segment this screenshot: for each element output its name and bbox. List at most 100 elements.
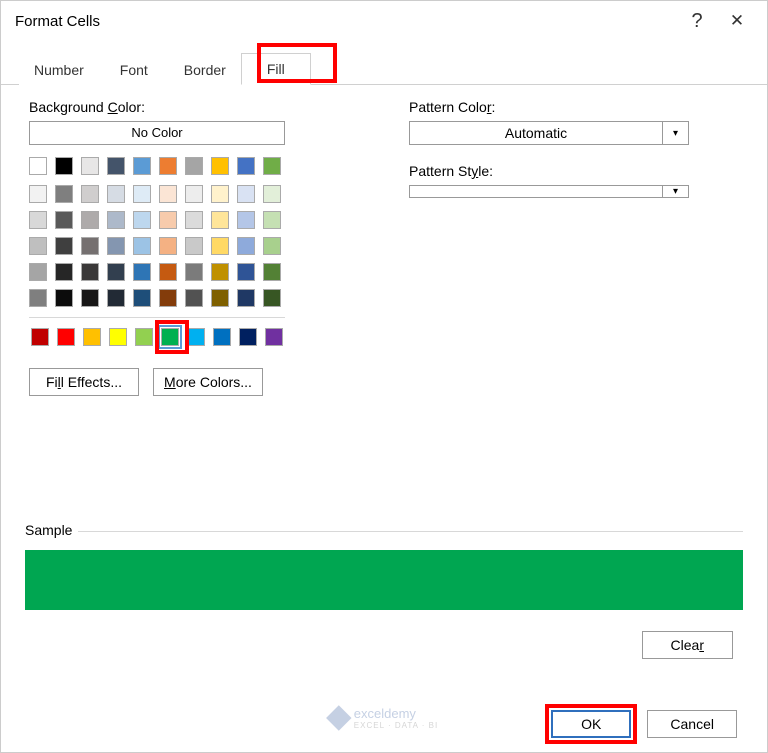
color-buttons-row: Fill Effects... More Colors...	[29, 368, 329, 396]
help-button[interactable]: ?	[677, 5, 717, 37]
theme-color-swatch[interactable]	[29, 157, 47, 175]
theme-color-swatch[interactable]	[237, 211, 255, 229]
pattern-color-value: Automatic	[410, 122, 662, 144]
theme-color-swatch[interactable]	[263, 211, 281, 229]
theme-color-swatch[interactable]	[263, 157, 281, 175]
pattern-color-select[interactable]: Automatic ▾	[409, 121, 689, 145]
clear-area: Clear	[642, 631, 733, 659]
theme-color-swatch[interactable]	[211, 263, 229, 281]
theme-color-swatch[interactable]	[159, 289, 177, 307]
theme-color-swatch[interactable]	[159, 263, 177, 281]
theme-color-swatch[interactable]	[211, 157, 229, 175]
standard-color-swatch[interactable]	[31, 328, 49, 346]
standard-color-swatch[interactable]	[109, 328, 127, 346]
tab-border[interactable]: Border	[169, 54, 241, 85]
theme-color-swatch[interactable]	[81, 237, 99, 255]
titlebar: Format Cells ? ✕	[1, 1, 767, 41]
standard-color-swatch[interactable]	[187, 328, 205, 346]
standard-color-swatch[interactable]	[161, 328, 179, 346]
clear-button[interactable]: Clear	[642, 631, 733, 659]
pattern-style-label: Pattern Style:	[409, 163, 739, 179]
color-separator	[29, 317, 285, 318]
no-color-button[interactable]: No Color	[29, 121, 285, 145]
standard-color-swatch[interactable]	[135, 328, 153, 346]
theme-color-swatch[interactable]	[237, 263, 255, 281]
theme-color-swatch[interactable]	[237, 157, 255, 175]
sample-label: Sample	[25, 522, 78, 538]
theme-color-swatch[interactable]	[55, 237, 73, 255]
theme-color-swatch[interactable]	[211, 211, 229, 229]
theme-color-swatch[interactable]	[81, 289, 99, 307]
theme-color-swatch[interactable]	[55, 157, 73, 175]
theme-color-swatch[interactable]	[185, 157, 203, 175]
theme-color-swatch[interactable]	[55, 289, 73, 307]
theme-color-swatch[interactable]	[211, 289, 229, 307]
theme-color-swatch[interactable]	[263, 289, 281, 307]
theme-color-swatch[interactable]	[55, 211, 73, 229]
format-cells-dialog: Format Cells ? ✕ Number Font Border Fill…	[0, 0, 768, 753]
ok-button[interactable]: OK	[551, 710, 631, 738]
theme-color-swatch[interactable]	[133, 185, 151, 203]
theme-color-swatch[interactable]	[107, 185, 125, 203]
standard-color-swatch[interactable]	[265, 328, 283, 346]
theme-color-swatch[interactable]	[133, 263, 151, 281]
theme-color-swatch[interactable]	[263, 185, 281, 203]
theme-color-swatch[interactable]	[159, 237, 177, 255]
theme-color-swatch[interactable]	[81, 263, 99, 281]
close-button[interactable]: ✕	[717, 5, 757, 37]
standard-color-row	[29, 326, 329, 348]
theme-color-swatch[interactable]	[29, 263, 47, 281]
theme-color-swatch[interactable]	[185, 289, 203, 307]
theme-color-swatch[interactable]	[81, 211, 99, 229]
theme-color-swatch[interactable]	[55, 185, 73, 203]
standard-color-swatch[interactable]	[239, 328, 257, 346]
theme-color-swatch[interactable]	[133, 237, 151, 255]
theme-color-swatch[interactable]	[107, 263, 125, 281]
theme-color-swatch[interactable]	[29, 211, 47, 229]
theme-color-swatch[interactable]	[107, 289, 125, 307]
theme-color-swatch[interactable]	[237, 185, 255, 203]
theme-color-swatch[interactable]	[185, 237, 203, 255]
theme-color-swatch[interactable]	[263, 263, 281, 281]
theme-color-swatch[interactable]	[159, 157, 177, 175]
theme-color-swatch[interactable]	[55, 263, 73, 281]
theme-color-swatch[interactable]	[29, 185, 47, 203]
theme-color-swatch[interactable]	[185, 263, 203, 281]
theme-color-header-row	[29, 157, 329, 177]
theme-color-swatch[interactable]	[185, 211, 203, 229]
theme-color-swatch[interactable]	[29, 237, 47, 255]
tab-bar: Number Font Border Fill	[1, 49, 767, 85]
standard-color-swatch[interactable]	[83, 328, 101, 346]
theme-color-swatch[interactable]	[107, 211, 125, 229]
theme-color-swatch[interactable]	[133, 289, 151, 307]
theme-color-swatch[interactable]	[133, 211, 151, 229]
dialog-title: Format Cells	[15, 13, 677, 30]
theme-color-swatch[interactable]	[159, 211, 177, 229]
theme-color-swatch[interactable]	[211, 185, 229, 203]
theme-color-swatch[interactable]	[29, 289, 47, 307]
tab-font[interactable]: Font	[99, 54, 169, 85]
theme-color-swatch[interactable]	[107, 157, 125, 175]
theme-color-swatch[interactable]	[237, 289, 255, 307]
standard-color-swatch[interactable]	[213, 328, 231, 346]
theme-color-swatch[interactable]	[159, 185, 177, 203]
standard-color-swatch[interactable]	[57, 328, 75, 346]
theme-color-swatch[interactable]	[81, 185, 99, 203]
pattern-style-select[interactable]: ▾	[409, 185, 689, 198]
tab-number[interactable]: Number	[19, 54, 99, 85]
theme-color-swatch[interactable]	[133, 157, 151, 175]
theme-color-swatch[interactable]	[107, 237, 125, 255]
theme-color-swatch[interactable]	[185, 185, 203, 203]
theme-color-swatch[interactable]	[81, 157, 99, 175]
theme-color-swatch[interactable]	[263, 237, 281, 255]
tab-fill[interactable]: Fill	[241, 53, 311, 85]
chevron-down-icon[interactable]: ▾	[662, 122, 688, 144]
chevron-down-icon[interactable]: ▾	[662, 186, 688, 197]
more-colors-button[interactable]: More Colors...	[153, 368, 263, 396]
cancel-button[interactable]: Cancel	[647, 710, 737, 738]
theme-color-swatch[interactable]	[211, 237, 229, 255]
theme-color-swatch[interactable]	[237, 237, 255, 255]
sample-preview	[25, 550, 743, 610]
fill-effects-button[interactable]: Fill Effects...	[29, 368, 139, 396]
background-color-section: Background Color: No Color Fill Effects.…	[29, 99, 329, 396]
